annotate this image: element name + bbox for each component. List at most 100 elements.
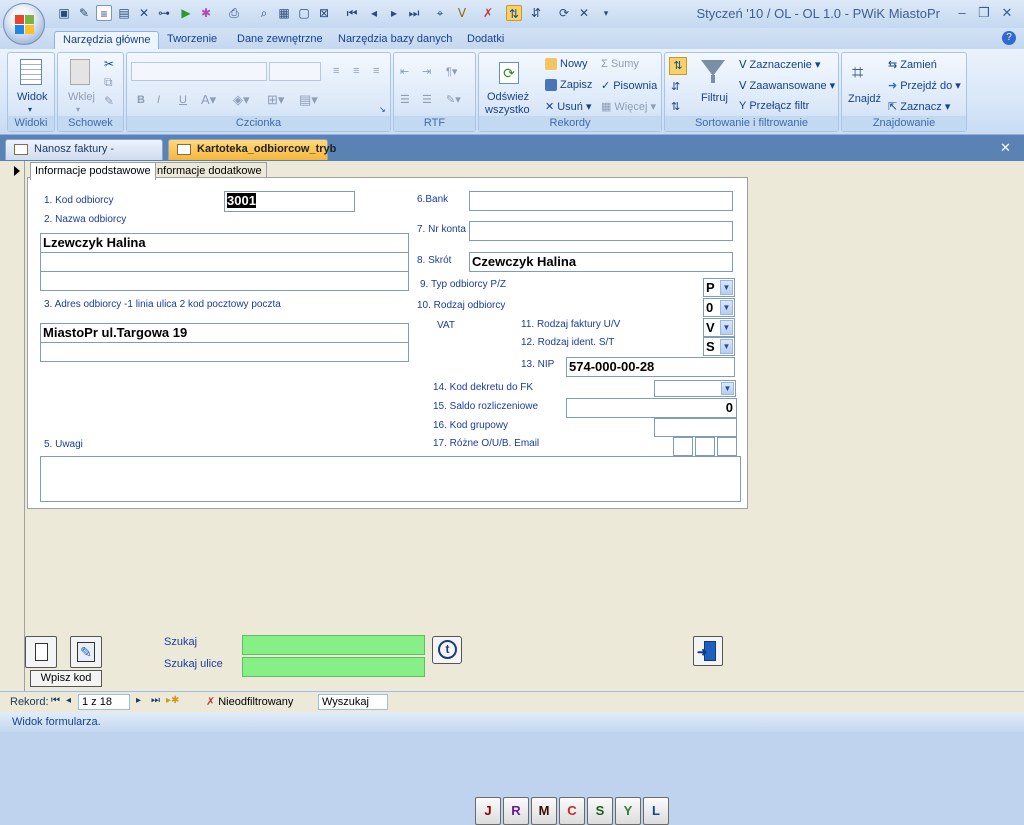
select-button[interactable]: ⇱ Zaznacz ▾ xyxy=(888,100,950,113)
relations-icon[interactable]: ⊶ xyxy=(156,5,172,21)
remove-filter-icon[interactable]: ✗ xyxy=(480,5,496,21)
record-position-field[interactable]: 1 z 18 xyxy=(78,694,130,710)
wszystko-label[interactable]: wszystko xyxy=(485,104,530,116)
sort-desc-icon[interactable]: ⇵ xyxy=(528,5,544,21)
save-record-button[interactable]: Zapisz xyxy=(545,79,592,92)
next-record-icon[interactable]: ▸ xyxy=(136,695,141,706)
rozne-o-field[interactable] xyxy=(673,437,693,456)
letter-button-j[interactable]: J xyxy=(475,797,501,825)
last-record-icon[interactable]: ⏭ xyxy=(406,5,422,21)
new-document-button[interactable] xyxy=(25,636,57,668)
macro-icon[interactable]: ✱ xyxy=(198,5,214,21)
italic-icon[interactable]: I xyxy=(157,94,160,106)
highlight-icon[interactable]: ✎▾ xyxy=(446,93,461,106)
tab-informacje-podstawowe[interactable]: Informacje podstawowe xyxy=(30,162,156,180)
znajdz-button[interactable]: Znajdź xyxy=(848,93,881,105)
exit-button[interactable]: ➜ xyxy=(693,636,723,666)
help-icon[interactable]: ? xyxy=(1002,31,1016,45)
filtruj-button[interactable]: Filtruj xyxy=(701,92,728,104)
letter-button-l[interactable]: L xyxy=(643,797,669,825)
alt-fill-icon[interactable]: ▤▾ xyxy=(299,92,318,108)
fill-color-icon[interactable]: ◈▾ xyxy=(233,92,250,108)
prev-record-icon[interactable]: ◂ xyxy=(366,5,382,21)
letter-button-s[interactable]: S xyxy=(587,797,613,825)
letter-button-y[interactable]: Y xyxy=(615,797,641,825)
print-icon[interactable]: ⎙ xyxy=(226,5,242,21)
saldo-field[interactable]: 0 xyxy=(566,398,737,418)
edit-document-button[interactable]: ✎ xyxy=(70,636,102,668)
dekret-select[interactable]: ▼ xyxy=(654,380,736,397)
faktura-select[interactable]: V ▼ xyxy=(703,318,735,337)
datasheet-icon[interactable]: ▤ xyxy=(116,5,132,21)
odswiez-label[interactable]: Odśwież xyxy=(487,91,529,103)
skrot-field[interactable]: Czewczyk Halina xyxy=(469,252,733,272)
save-icon[interactable]: ▣ xyxy=(56,5,72,21)
rodzaj-select[interactable]: 0 ▼ xyxy=(703,298,735,317)
szukaj-input[interactable] xyxy=(242,635,425,655)
new-record-button[interactable]: Nowy xyxy=(545,58,588,71)
align-left-icon[interactable]: ≡ xyxy=(333,65,339,77)
record-selector[interactable] xyxy=(0,161,25,691)
sort-asc-icon[interactable]: ⇅ xyxy=(506,5,522,21)
next-record-icon[interactable]: ▸ xyxy=(386,5,402,21)
tab-dodatki[interactable]: Dodatki xyxy=(459,31,512,50)
uwagi-field[interactable] xyxy=(40,456,741,502)
replace-button[interactable]: ⇆ Zamień xyxy=(888,58,937,71)
search-field[interactable]: Wyszukaj xyxy=(318,694,388,710)
sort-desc-icon[interactable]: ⇵ xyxy=(671,80,680,93)
letter-button-c[interactable]: C xyxy=(559,797,585,825)
grupowy-field[interactable] xyxy=(654,418,737,437)
konto-field[interactable] xyxy=(469,221,733,241)
close-window-icon[interactable]: ✕ xyxy=(997,4,1017,22)
close-doc-icon[interactable]: ⊠ xyxy=(316,5,332,21)
close-doc-icon[interactable]: ✕ xyxy=(1000,140,1011,156)
chevron-down-icon[interactable]: ▾ xyxy=(28,105,32,114)
underline-icon[interactable]: U xyxy=(179,94,187,106)
spelling-button[interactable]: ✓ Pisownia xyxy=(601,79,657,92)
adres-field-1[interactable]: MiastoPr ul.Targowa 19 xyxy=(40,323,409,343)
restore-icon[interactable]: ❐ xyxy=(974,4,994,22)
delete-record-button[interactable]: ✕ Usuń ▾ xyxy=(545,100,591,113)
first-record-icon[interactable]: ⏮ xyxy=(344,5,360,21)
new-record-icon[interactable]: ▸✱ xyxy=(166,695,179,706)
outdent-icon[interactable]: ⇤ xyxy=(400,65,409,78)
cut-icon[interactable]: ✂ xyxy=(104,57,114,71)
first-record-icon[interactable]: ⏮ xyxy=(51,695,60,706)
last-record-icon[interactable]: ⏭ xyxy=(151,695,160,706)
doc-tab-kartoteka[interactable]: Kartoteka_odbiorcow_tryb xyxy=(168,139,336,160)
font-size-field[interactable] xyxy=(269,62,321,81)
tab-narzedzia-glowne[interactable]: Narzędzia główne xyxy=(54,31,160,50)
minimize-icon[interactable]: ‒ xyxy=(952,4,972,22)
align-center-icon[interactable]: ≡ xyxy=(353,65,359,77)
format-painter-icon[interactable]: ✎ xyxy=(104,94,114,108)
adres-field-2[interactable] xyxy=(40,342,409,362)
form-view-icon[interactable]: ≡ xyxy=(96,5,112,21)
rozne-b-field[interactable] xyxy=(717,437,737,456)
info-button[interactable]: t xyxy=(432,636,462,664)
run-icon[interactable]: ▶ xyxy=(178,5,194,21)
preview-icon[interactable]: ⌕ xyxy=(256,5,272,21)
bank-field[interactable] xyxy=(469,191,733,211)
copy-icon[interactable]: ⧉ xyxy=(104,75,113,90)
tab-dane-zewnetrzne[interactable]: Dane zewnętrzne xyxy=(229,31,331,50)
more-button[interactable]: ▦ Więcej ▾ xyxy=(601,100,656,113)
design-view-icon[interactable]: ✎ xyxy=(76,5,92,21)
indent-icon[interactable]: ⇥ xyxy=(422,65,431,78)
totals-button[interactable]: Σ Sumy xyxy=(601,58,639,70)
goto-button[interactable]: ➜ Przejdź do ▾ xyxy=(888,79,961,92)
typ-select[interactable]: P ▼ xyxy=(703,278,735,297)
sort-asc-icon[interactable]: ⇅ xyxy=(669,57,687,75)
wpisz-kod-button[interactable]: Wpisz kod xyxy=(30,670,102,687)
align-right-icon[interactable]: ≡ xyxy=(373,65,379,77)
nazwa-field-1[interactable]: Lzewczyk Halina xyxy=(40,233,409,253)
filter-status[interactable]: ✗ Nieodfiltrowany xyxy=(206,695,293,708)
letter-button-r[interactable]: R xyxy=(503,797,529,825)
numbering-icon[interactable]: ☰ xyxy=(400,93,410,106)
chevron-down-icon[interactable]: ▾ xyxy=(76,105,80,114)
advanced-button[interactable]: ⴸ Zaawansowane ▾ xyxy=(739,79,835,92)
page-icon[interactable]: ▢ xyxy=(296,5,312,21)
find-icon[interactable]: ⌖ xyxy=(432,5,448,21)
prev-record-icon[interactable]: ◂ xyxy=(66,695,71,706)
nazwa-field-3[interactable] xyxy=(40,271,409,291)
doc-tab-nanosz[interactable]: Nanosz faktury - dowolne xyxy=(5,139,163,174)
